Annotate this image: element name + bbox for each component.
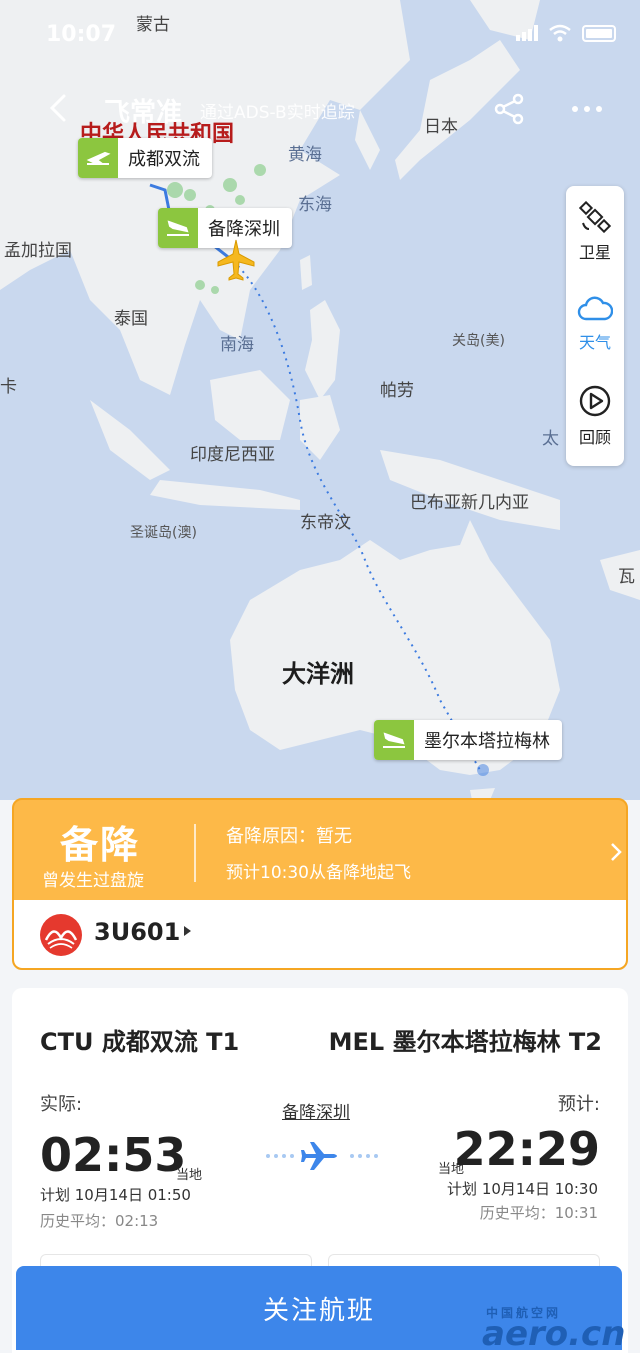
arrival-time-label: 预计: [557,1094,600,1115]
status-icons [516,24,616,42]
satellite-icon [579,201,611,233]
satellite-button[interactable]: 卫星 [566,186,624,278]
arrival-history-average: 历史平均：10:31 [479,1204,598,1222]
battery-icon [582,24,616,42]
app-header: 飞常准 通过ADS-B实时追踪 [0,82,640,138]
map-label-bangladesh: 孟加拉国 [4,241,72,261]
map-label-yellow-sea: 黄海 [288,145,322,165]
map-label-papua: 巴布亚新几内亚 [410,493,529,513]
map-label-christmas-island: 圣诞岛(澳) [130,525,197,541]
takeoff-icon [78,138,118,178]
departure-history-average: 历史平均：02:13 [40,1212,159,1230]
map-label-guam: 关岛(美) [452,333,505,349]
cloud-icon [577,296,613,321]
replay-label: 回顾 [578,428,611,447]
share-button[interactable] [492,92,526,126]
arrival-time: 22:29 [453,1122,600,1176]
status-divider [194,824,196,882]
destination-airport-label[interactable]: 墨尔本塔拉梅林 [374,720,562,760]
diversion-reason: 备降原因：暂无 [226,826,352,847]
map-label-east-sea: 东海 [298,195,332,215]
arrival-planned: 计划 10月14日 10:30 [447,1180,598,1198]
departure-time: 02:53 [40,1128,187,1182]
map-label-vanuatu-partial: 瓦 [618,567,635,587]
dot-icon [572,106,578,112]
cellular-signal-icon [516,25,538,41]
dot-icon [584,106,590,112]
satellite-label: 卫星 [578,243,611,262]
map-label-east-timor: 东帝汶 [300,513,351,533]
app-title: 飞常准 [104,98,183,128]
map-label-south-sea: 南海 [220,335,254,355]
chevron-right-icon[interactable] [606,838,626,866]
system-status-bar: 10:07 [0,0,640,68]
landing-icon [158,208,198,248]
weather-label: 天气 [578,333,611,352]
dot-icon [596,106,602,112]
departure-planned: 计划 10月14日 01:50 [40,1186,191,1204]
sichuan-airlines-logo [40,914,82,956]
flight-number: 3U601 [94,918,181,946]
departure-local-tag: 当地 [176,1168,203,1183]
flight-status: 备降 [60,823,141,867]
diverted-airport-link[interactable]: 备降深圳 [282,1098,350,1123]
play-circle-icon [579,385,611,417]
more-button[interactable] [568,94,606,124]
arrival-airport[interactable]: MEL 墨尔本塔拉梅林 T2 [329,1022,602,1057]
departure-forecast: 预计10:30从备降地起飞 [226,863,411,883]
app-subtitle: 通过ADS-B实时追踪 [200,103,355,123]
map-label-pacific-partial: 太 [542,429,559,449]
map-label-indonesia: 印度尼西亚 [190,445,275,465]
caret-right-icon[interactable] [180,924,194,938]
replay-button[interactable]: 回顾 [566,370,624,462]
airplane-icon [266,1142,378,1170]
flight-status-note: 曾发生过盘旋 [42,871,144,891]
airline-row[interactable]: 3U601 [14,900,626,968]
map-label-left-partial: 卡 [0,377,17,397]
status-time: 10:07 [46,22,117,47]
airplane-position-icon[interactable] [214,238,258,282]
watermark-en: aero.cn [482,1314,626,1353]
status-main[interactable]: 备降 曾发生过盘旋 备降原因：暂无 预计10:30从备降地起飞 [14,800,626,900]
flight-status-card[interactable]: 备降 曾发生过盘旋 备降原因：暂无 预计10:30从备降地起飞 3U601 [12,798,628,970]
wifi-icon [549,24,571,42]
aero-cn-watermark: 中国航空网 aero.cn [482,1304,636,1353]
back-button[interactable] [40,88,80,128]
map-label-oceania: 大洋洲 [282,660,354,688]
weather-button[interactable]: 天气 [566,278,624,370]
departure-time-label: 实际: [40,1094,83,1115]
destination-airport-name: 墨尔本塔拉梅林 [424,731,550,752]
departure-airport[interactable]: CTU 成都双流 T1 [40,1022,239,1057]
map-control-panel: 卫星 天气 回顾 [566,186,624,466]
origin-airport-label[interactable]: 成都双流 [78,138,212,178]
map-label-palau: 帕劳 [380,381,414,401]
landing-icon [374,720,414,760]
map-label-thailand: 泰国 [114,309,148,329]
origin-airport-name: 成都双流 [128,149,200,170]
